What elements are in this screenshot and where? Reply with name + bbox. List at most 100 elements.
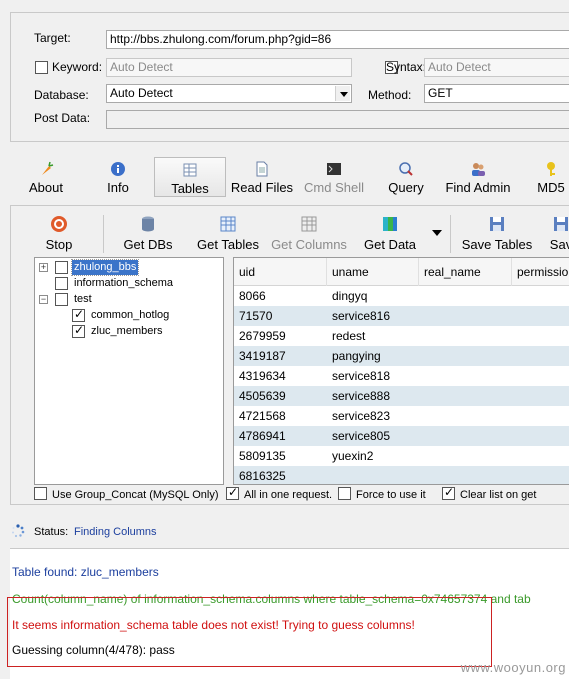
tab-query[interactable]: Query <box>386 157 426 197</box>
get-data-button[interactable]: Get Data <box>363 215 417 252</box>
tab-info[interactable]: Info <box>100 157 136 197</box>
status-value: Finding Columns <box>74 526 157 538</box>
table-row[interactable]: 4505639 service888 <box>234 386 569 406</box>
table-cell: service823 <box>332 409 391 423</box>
get-data-dropdown-arrow-icon[interactable] <box>432 230 442 236</box>
get-columns-button-label: Get Columns <box>271 237 347 252</box>
group-concat-checkbox[interactable] <box>34 487 47 500</box>
table-row[interactable]: 4721568 service823 <box>234 406 569 426</box>
table-cell: pangying <box>332 349 381 363</box>
watermark: www.wooyun.org <box>460 660 566 675</box>
save-icon <box>554 217 568 231</box>
table-cell: redest <box>332 329 366 343</box>
database-select-value: Auto Detect <box>110 86 173 100</box>
loading-spinner-icon <box>12 524 25 538</box>
get-columns-button[interactable]: Get Columns <box>271 215 347 252</box>
column-header-permission[interactable]: permission <box>512 258 569 286</box>
stop-icon <box>51 216 67 232</box>
table-cell: 3419187 <box>239 349 286 363</box>
tree-checkbox[interactable] <box>55 293 68 306</box>
tab-tables[interactable]: Tables <box>154 157 226 197</box>
table-cell: service805 <box>332 429 391 443</box>
all-in-one-checkbox[interactable] <box>226 485 239 500</box>
tab-about[interactable]: About <box>26 157 66 197</box>
group-concat-label: Use Group_Concat (MySQL Only) <box>52 489 219 501</box>
collapse-icon[interactable]: − <box>39 295 48 304</box>
keyword-label: Keyword: <box>52 60 103 74</box>
stop-button[interactable]: Stop <box>42 215 76 252</box>
highlight-annotation-box <box>7 597 492 667</box>
info-icon <box>111 162 125 176</box>
save-button-label: Sav <box>549 237 569 252</box>
table-row[interactable]: 3419187 pangying <box>234 346 569 366</box>
force-use-label: Force to use it <box>356 489 426 501</box>
method-select[interactable]: GET <box>424 84 569 103</box>
database-tree[interactable]: + zhulong_bbs information_schema − test … <box>34 257 224 485</box>
table-row[interactable]: 71570 service816 <box>234 306 569 326</box>
separator <box>450 215 451 253</box>
tab-find-admin[interactable]: Find Admin <box>444 157 512 197</box>
table-cell: service816 <box>332 309 391 323</box>
column-header-real-name[interactable]: real_name <box>419 258 512 286</box>
tree-node-label: information_schema <box>74 277 174 289</box>
tab-find-admin-label: Find Admin <box>445 180 511 195</box>
key-icon <box>547 162 555 176</box>
tree-checkbox[interactable] <box>55 277 68 290</box>
tab-cmd-shell[interactable]: Cmd Shell <box>302 157 366 197</box>
stop-button-label: Stop <box>45 237 73 252</box>
carrot-icon <box>42 161 54 175</box>
table-cell: 4319634 <box>239 369 286 383</box>
all-in-one-option[interactable]: All in one request. <box>226 485 332 501</box>
tree-checkbox[interactable] <box>72 323 85 338</box>
save-button[interactable]: Sav <box>546 215 569 252</box>
tab-about-label: About <box>29 180 63 195</box>
chevron-down-icon[interactable] <box>335 86 350 101</box>
table-row[interactable]: 4786941 service805 <box>234 426 569 446</box>
grid-header: uid uname real_name permission <box>234 258 569 286</box>
expand-icon[interactable]: + <box>39 263 48 272</box>
table-row[interactable]: 8066 dingyq <box>234 286 569 306</box>
table-cell: service888 <box>332 389 391 403</box>
column-header-uname[interactable]: uname <box>327 258 419 286</box>
syntax-input[interactable]: Auto Detect <box>424 58 569 77</box>
get-tables-button[interactable]: Get Tables <box>195 215 261 252</box>
keyword-checkbox[interactable] <box>35 61 48 74</box>
columns-icon <box>301 216 317 232</box>
table-row[interactable]: 4319634 service818 <box>234 366 569 386</box>
get-dbs-button-label: Get DBs <box>123 237 173 252</box>
clear-list-checkbox[interactable] <box>442 485 455 500</box>
table-cell <box>327 466 332 484</box>
tree-checkbox[interactable] <box>55 261 68 274</box>
tab-md5[interactable]: MD5 <box>534 157 568 197</box>
database-select[interactable]: Auto Detect <box>106 84 352 103</box>
tab-read-files-label: Read Files <box>230 180 294 195</box>
table-row[interactable]: 5809135 yuexin2 <box>234 446 569 466</box>
tree-node-label: zhulong_bbs <box>70 259 140 276</box>
tree-node-label: test <box>74 293 92 305</box>
post-data-input[interactable] <box>106 110 569 129</box>
clear-list-option[interactable]: Clear list on get <box>442 485 536 501</box>
force-use-option[interactable]: Force to use it <box>338 487 426 501</box>
separator <box>103 215 104 253</box>
table-cell: 8066 <box>239 289 266 303</box>
table-cell: 5809135 <box>239 449 286 463</box>
force-use-checkbox[interactable] <box>338 487 351 500</box>
data-grid[interactable]: uid uname real_name permission 8066 dingy… <box>233 257 569 485</box>
database-icon <box>142 216 154 232</box>
tree-checkbox[interactable] <box>72 307 85 322</box>
save-tables-button[interactable]: Save Tables <box>460 215 534 252</box>
tab-read-files[interactable]: Read Files <box>230 157 294 197</box>
group-concat-option[interactable]: Use Group_Concat (MySQL Only) <box>34 487 218 501</box>
column-header-uid[interactable]: uid <box>234 258 327 286</box>
table-row[interactable]: 6816325 <box>234 466 569 484</box>
tab-tables-label: Tables <box>171 181 209 196</box>
get-data-button-label: Get Data <box>363 237 417 252</box>
table-cell: 6816325 <box>239 469 286 483</box>
table-row[interactable]: 2679959 redest <box>234 326 569 346</box>
tab-md5-label: MD5 <box>537 180 565 195</box>
get-dbs-button[interactable]: Get DBs <box>121 215 175 252</box>
keyword-input[interactable]: Auto Detect <box>106 58 352 77</box>
table-cell: 4505639 <box>239 389 286 403</box>
table-cell: 71570 <box>239 309 273 323</box>
target-url-input[interactable]: http://bbs.zhulong.com/forum.php?gid=86 <box>106 30 569 49</box>
